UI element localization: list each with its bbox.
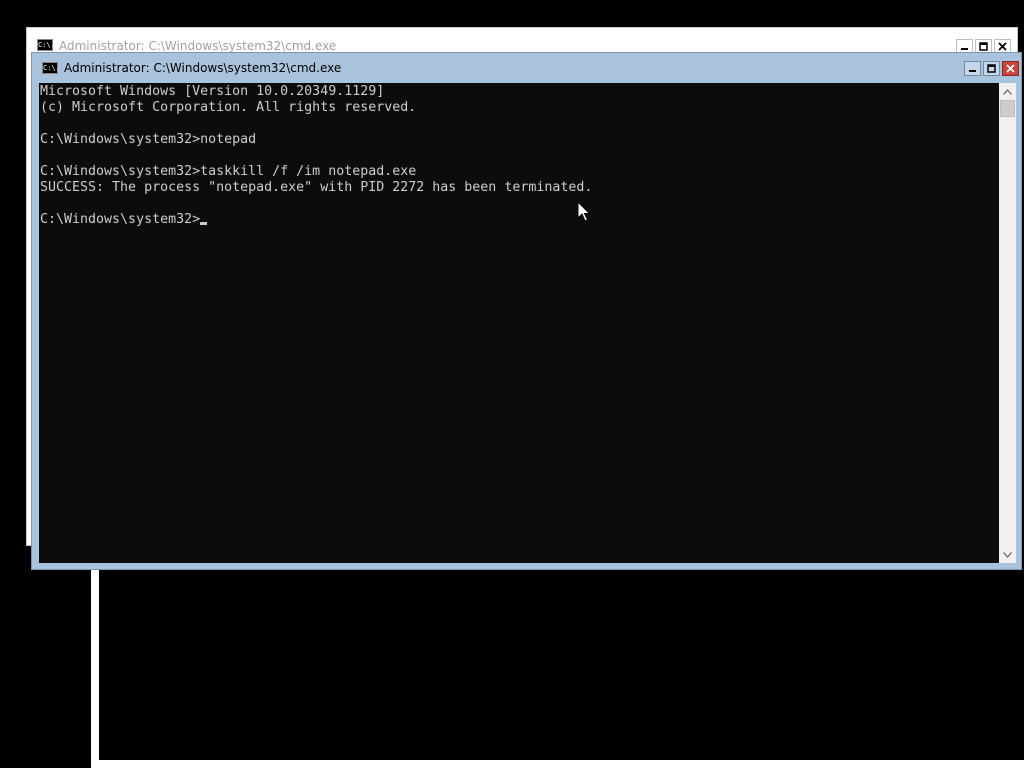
maximize-icon xyxy=(979,42,988,51)
scroll-down-arrow-icon xyxy=(1003,551,1012,558)
mouse-pointer-icon xyxy=(577,201,591,222)
console-output[interactable]: Microsoft Windows [Version 10.0.20349.11… xyxy=(39,83,999,563)
console-line: C:\Windows\system32>taskkill /f /im note… xyxy=(40,164,417,179)
scroll-down-button[interactable] xyxy=(999,546,1016,563)
background-window-title: Administrator: C:\Windows\system32\cmd.e… xyxy=(59,39,337,53)
close-icon xyxy=(998,42,1007,51)
console-line: Microsoft Windows [Version 10.0.20349.11… xyxy=(40,84,385,99)
minimize-icon xyxy=(969,69,976,72)
cmd-window-titlebar[interactable]: C:\. Administrator: C:\Windows\system32\… xyxy=(32,53,1021,83)
window-controls xyxy=(964,60,1019,76)
minimize-button[interactable] xyxy=(964,60,981,76)
cmd-icon: C:\. xyxy=(42,62,60,74)
scroll-up-arrow-icon xyxy=(1003,88,1012,95)
close-button[interactable] xyxy=(1002,60,1019,76)
console-line: (c) Microsoft Corporation. All rights re… xyxy=(40,100,417,115)
block-cursor xyxy=(200,222,208,225)
scroll-up-button[interactable] xyxy=(999,83,1016,100)
background-console-window[interactable] xyxy=(91,560,1024,768)
minimize-icon xyxy=(961,48,968,50)
cmd-window[interactable]: C:\. Administrator: C:\Windows\system32\… xyxy=(31,52,1022,570)
vertical-scrollbar[interactable] xyxy=(999,83,1016,563)
window-title: Administrator: C:\Windows\system32\cmd.e… xyxy=(64,61,342,75)
maximize-button[interactable] xyxy=(983,60,1000,76)
close-icon xyxy=(1006,63,1015,73)
console-prompt-line[interactable]: C:\Windows\system32> xyxy=(40,212,999,228)
console-line: C:\Windows\system32>notepad xyxy=(40,132,257,147)
cmd-icon: C:\. xyxy=(37,39,55,51)
scroll-thumb[interactable] xyxy=(1000,100,1015,117)
console-line: SUCCESS: The process "notepad.exe" with … xyxy=(40,180,593,195)
maximize-icon xyxy=(987,63,996,73)
console-prompt: C:\Windows\system32> xyxy=(40,212,201,227)
background-console-area xyxy=(99,560,1024,760)
